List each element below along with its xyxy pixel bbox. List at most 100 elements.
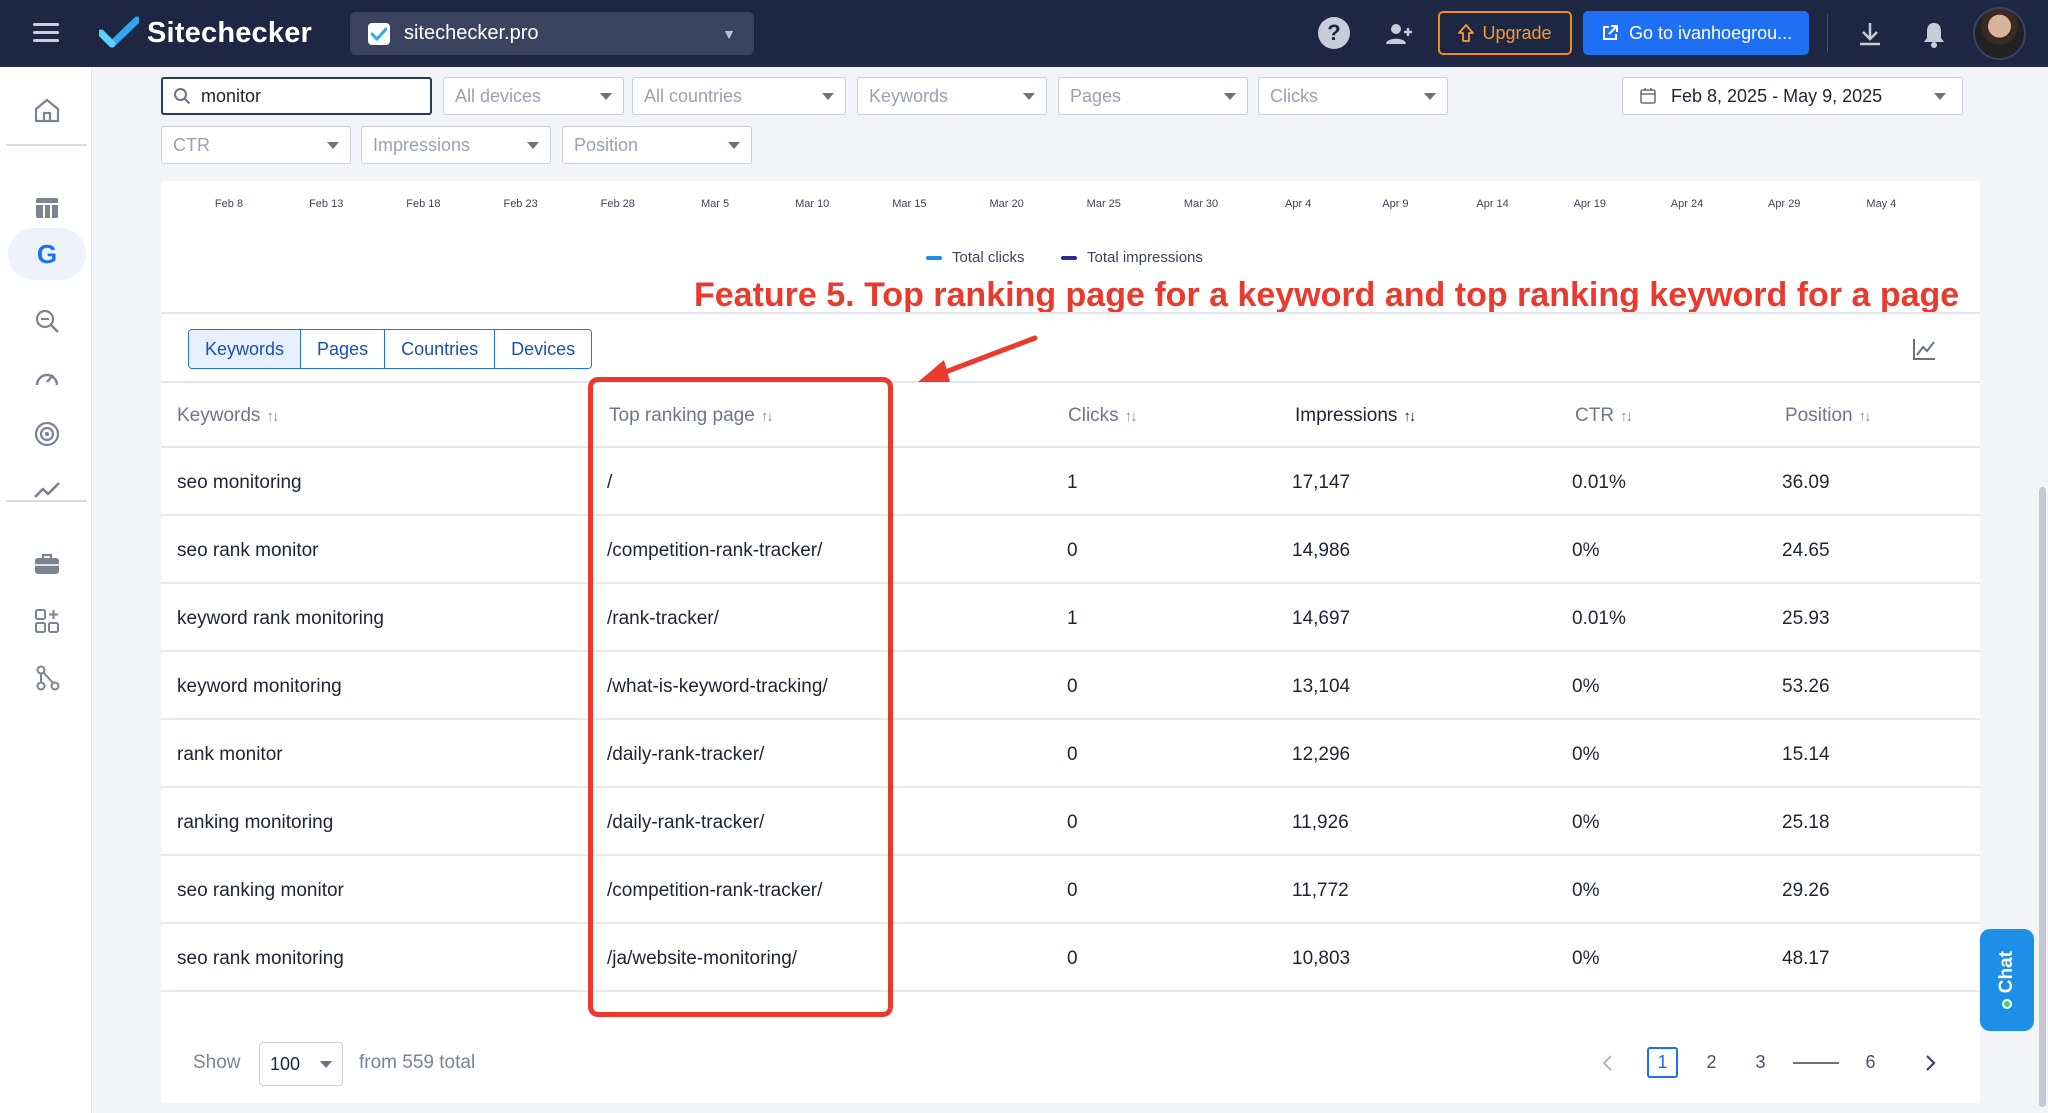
- upgrade-button[interactable]: Upgrade: [1438, 11, 1572, 55]
- table-row[interactable]: keyword rank monitoring/rank-tracker/1 14…: [161, 584, 1980, 652]
- position-filter[interactable]: Position: [562, 126, 752, 164]
- legend-item-impressions[interactable]: Total impressions: [1061, 249, 1203, 266]
- column-header-position[interactable]: Position ↑↓: [1785, 405, 1872, 427]
- column-header-label: Keywords: [177, 405, 261, 426]
- notifications-bell-icon[interactable]: [1917, 17, 1951, 51]
- tab-keywords[interactable]: Keywords: [189, 330, 302, 368]
- column-header-keywords[interactable]: Keywords ↑↓: [177, 405, 279, 427]
- cell-top-ranking-page[interactable]: /rank-tracker/: [607, 608, 719, 630]
- date-range-picker[interactable]: Feb 8, 2025 - May 9, 2025: [1622, 77, 1963, 115]
- table-row[interactable]: seo monitoring / 1 17,147 0.01% 36.09: [161, 448, 1980, 516]
- help-icon[interactable]: ?: [1318, 17, 1350, 49]
- keyword-search-icon[interactable]: [8, 295, 86, 347]
- devices-filter[interactable]: All devices: [443, 77, 624, 115]
- google-icon[interactable]: G: [8, 228, 86, 280]
- speedometer-icon[interactable]: [8, 352, 86, 404]
- cell-top-ranking-page[interactable]: /competition-rank-tracker/: [607, 540, 822, 562]
- page-button-1[interactable]: 1: [1647, 1047, 1678, 1078]
- table-row[interactable]: seo rank monitoring/ja/website-monitorin…: [161, 924, 1980, 992]
- countries-filter[interactable]: All countries: [632, 77, 846, 115]
- report-panel: Feb 8 Feb 13 Feb 18 Feb 23 Feb 28 Mar 5 Mar 10…: [161, 181, 1980, 1103]
- cell-clicks: 0: [1067, 812, 1078, 833]
- chart-toggle-icon[interactable]: [1911, 336, 1937, 362]
- clicks-filter[interactable]: Clicks: [1258, 77, 1448, 115]
- cell-ctr: 0%: [1572, 948, 1600, 969]
- search-input-wrapper[interactable]: [161, 77, 432, 115]
- caret-down-icon: [728, 141, 740, 149]
- page-button-6[interactable]: 6: [1855, 1047, 1886, 1078]
- x-axis-tick-label: Apr 29: [1767, 198, 1801, 210]
- x-axis-tick-label: Apr 4: [1285, 198, 1312, 210]
- sort-icon: ↑↓: [1620, 407, 1633, 425]
- cell-ctr: 0.01%: [1572, 608, 1626, 629]
- table-header: Keywords ↑↓ Top ranking page ↑↓ Clicks ↑↓ I…: [161, 381, 1980, 448]
- table-row[interactable]: seo ranking monitor/competition-rank-tra…: [161, 856, 1980, 924]
- site-name: sitechecker.pro: [404, 22, 539, 44]
- cell-ctr: 0%: [1572, 676, 1600, 697]
- show-label: Show: [193, 1052, 241, 1073]
- table-footer: Show 100 from 559 total 1 2 3 6: [161, 1030, 1980, 1092]
- apps-icon[interactable]: [8, 595, 86, 647]
- x-axis-tick-label: Apr 19: [1573, 198, 1607, 210]
- chat-widget-button[interactable]: Chat: [1980, 929, 2034, 1031]
- keywords-filter[interactable]: Keywords: [857, 77, 1047, 115]
- go-to-site-button[interactable]: Go to ivanhoegrou...: [1583, 11, 1809, 55]
- dashboard-icon[interactable]: [8, 182, 86, 234]
- menu-icon[interactable]: [33, 23, 59, 43]
- cell-top-ranking-page[interactable]: /: [607, 472, 612, 494]
- cell-ctr: 0%: [1572, 880, 1600, 901]
- cell-impressions: 13,104: [1292, 676, 1351, 697]
- next-page-icon[interactable]: [1915, 1047, 1946, 1078]
- chat-label: Chat: [1996, 950, 2017, 994]
- tab-devices[interactable]: Devices: [495, 330, 592, 368]
- tab-countries[interactable]: Countries: [385, 330, 496, 368]
- column-header-label: Clicks: [1068, 405, 1119, 426]
- page-button-3[interactable]: 3: [1745, 1047, 1776, 1078]
- table-row[interactable]: ranking monitoring/daily-rank-tracker/0 1…: [161, 788, 1980, 856]
- column-header-label: Position: [1785, 405, 1853, 426]
- column-header-impressions[interactable]: Impressions ↑↓: [1295, 405, 1416, 427]
- download-icon[interactable]: [1853, 17, 1887, 51]
- sort-icon: ↑↓: [1124, 407, 1138, 425]
- page-size-select[interactable]: 100: [259, 1042, 343, 1086]
- site-selector[interactable]: sitechecker.pro ▼: [350, 12, 754, 55]
- prev-page-icon[interactable]: [1591, 1047, 1622, 1078]
- sort-icon: ↑↓: [760, 407, 774, 425]
- cell-top-ranking-page[interactable]: /competition-rank-tracker/: [607, 880, 822, 902]
- x-axis-tick-label: Feb 28: [600, 198, 635, 210]
- cell-clicks: 0: [1067, 880, 1078, 901]
- table-row[interactable]: seo rank monitor/competition-rank-tracke…: [161, 516, 1980, 584]
- target-icon[interactable]: [8, 408, 86, 460]
- table-row[interactable]: keyword monitoring/what-is-keyword-track…: [161, 652, 1980, 720]
- add-user-icon[interactable]: [1382, 17, 1416, 51]
- home-icon[interactable]: [8, 84, 86, 136]
- cell-top-ranking-page[interactable]: /ja/website-monitoring/: [607, 948, 797, 970]
- legend-swatch: [1061, 255, 1077, 260]
- impressions-filter[interactable]: Impressions: [361, 126, 551, 164]
- table-row[interactable]: rank monitor/daily-rank-tracker/0 12,296 0…: [161, 720, 1980, 788]
- cell-top-ranking-page[interactable]: /daily-rank-tracker/: [607, 744, 764, 766]
- cell-clicks: 1: [1067, 472, 1078, 493]
- tab-pages[interactable]: Pages: [301, 330, 386, 368]
- cell-top-ranking-page[interactable]: /daily-rank-tracker/: [607, 812, 764, 834]
- legend-item-clicks[interactable]: Total clicks: [926, 249, 1025, 266]
- page-button-2[interactable]: 2: [1696, 1047, 1727, 1078]
- logo[interactable]: Sitechecker: [99, 16, 312, 50]
- user-avatar[interactable]: [1973, 7, 2026, 60]
- ctr-filter[interactable]: CTR: [161, 126, 351, 164]
- cell-position: 25.18: [1782, 812, 1830, 833]
- pages-filter[interactable]: Pages: [1058, 77, 1248, 115]
- column-header-clicks[interactable]: Clicks ↑↓: [1068, 405, 1138, 427]
- column-header-top-ranking-page[interactable]: Top ranking page ↑↓: [609, 405, 774, 427]
- cell-position: 25.93: [1782, 608, 1830, 629]
- page-scrollbar-thumb[interactable]: [2039, 487, 2046, 1107]
- briefcase-icon[interactable]: [8, 538, 86, 590]
- cell-top-ranking-page[interactable]: /what-is-keyword-tracking/: [607, 676, 828, 698]
- sort-desc-icon: ↑↓: [1403, 407, 1416, 425]
- search-input[interactable]: [201, 85, 401, 107]
- network-icon[interactable]: [8, 652, 86, 704]
- logo-text: Sitechecker: [147, 16, 313, 49]
- table-row[interactable]: keyword ranking monitor/rank-tracker/09,…: [161, 992, 1980, 1016]
- trending-icon[interactable]: [8, 464, 86, 516]
- column-header-ctr[interactable]: CTR ↑↓: [1575, 405, 1633, 427]
